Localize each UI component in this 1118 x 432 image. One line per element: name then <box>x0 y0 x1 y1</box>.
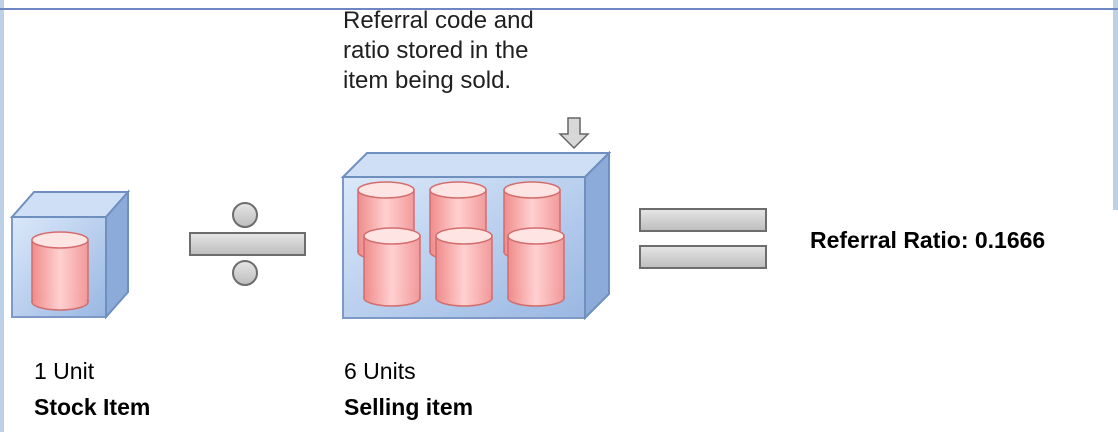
stock-units-label: 1 Unit <box>34 358 95 384</box>
equals-operator <box>639 208 767 269</box>
selling-item-label: Selling item <box>344 394 474 420</box>
selling-cylinder-6 <box>507 227 565 307</box>
down-arrow-icon <box>558 117 590 150</box>
selling-units-label: 6 Units <box>344 358 416 384</box>
diagram-canvas <box>9 117 767 321</box>
stock-item-box <box>9 189 131 320</box>
selling-item-box <box>340 150 612 321</box>
selling-cylinder-5 <box>435 227 493 307</box>
referral-ratio-result: Referral Ratio: 0.1666 <box>810 227 1046 253</box>
divide-operator <box>189 202 306 286</box>
stock-cylinder <box>31 231 89 311</box>
stock-item-label: Stock Item <box>34 394 151 420</box>
selling-cylinder-4 <box>363 227 421 307</box>
